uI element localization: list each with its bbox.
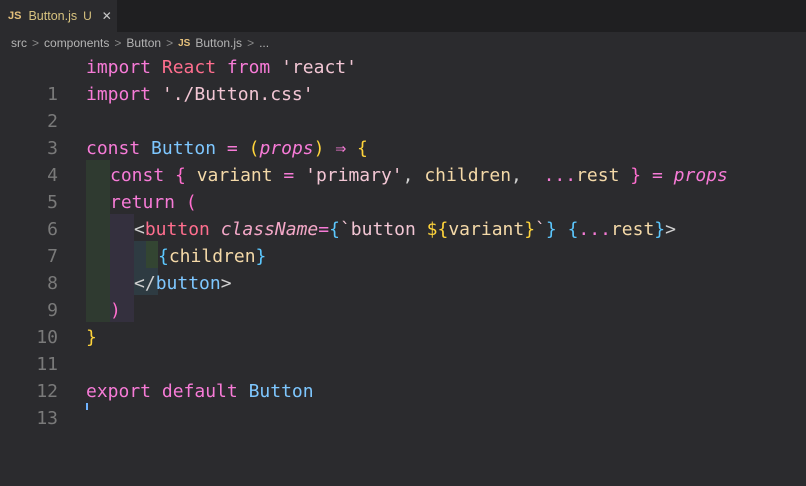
code-line: 11 }: [0, 324, 806, 375]
chevron-right-icon: >: [166, 36, 174, 50]
code-line: 6 return (: [0, 189, 806, 240]
breadcrumb-components[interactable]: components: [44, 36, 109, 50]
breadcrumb-file[interactable]: Button.js: [195, 36, 242, 50]
breadcrumb-symbols[interactable]: ...: [259, 36, 269, 50]
line-number: 13: [36, 408, 58, 429]
close-icon[interactable]: ✕: [102, 9, 112, 23]
code-line: 2 import './Button.css': [0, 81, 806, 132]
code-line: 1 import React from 'react': [0, 54, 806, 105]
code-line: 12: [0, 351, 806, 402]
breadcrumb-button-folder[interactable]: Button: [126, 36, 161, 50]
js-file-icon: JS: [178, 37, 191, 49]
code-line: 5 const { variant = 'primary', children,…: [0, 162, 806, 213]
tab-label: Button.js: [28, 9, 78, 23]
code-editor[interactable]: 1 import React from 'react' 2 import './…: [0, 54, 806, 429]
code-line: 10 ): [0, 297, 806, 348]
code-line: 7 <button className={`button ${variant}`…: [0, 216, 806, 267]
js-file-icon: JS: [8, 10, 22, 22]
code-line: 4 const Button = (props) ⇒ {: [0, 135, 806, 186]
untracked-badge: U: [83, 9, 92, 23]
code-line: 8 {children}: [0, 243, 806, 294]
code-line: 13 export default Button: [0, 378, 806, 429]
chevron-right-icon: >: [114, 36, 122, 50]
tab-bar: JS Button.js U ✕: [0, 0, 806, 32]
text-cursor: [86, 403, 88, 410]
code-line: 3: [0, 108, 806, 159]
chevron-right-icon: >: [32, 36, 40, 50]
chevron-right-icon: >: [247, 36, 255, 50]
breadcrumb-src[interactable]: src: [11, 36, 27, 50]
code-line: 9 </button>: [0, 270, 806, 321]
breadcrumb: src > components > Button > JS Button.js…: [0, 32, 806, 54]
tab-button-js[interactable]: JS Button.js U ✕: [0, 0, 117, 32]
